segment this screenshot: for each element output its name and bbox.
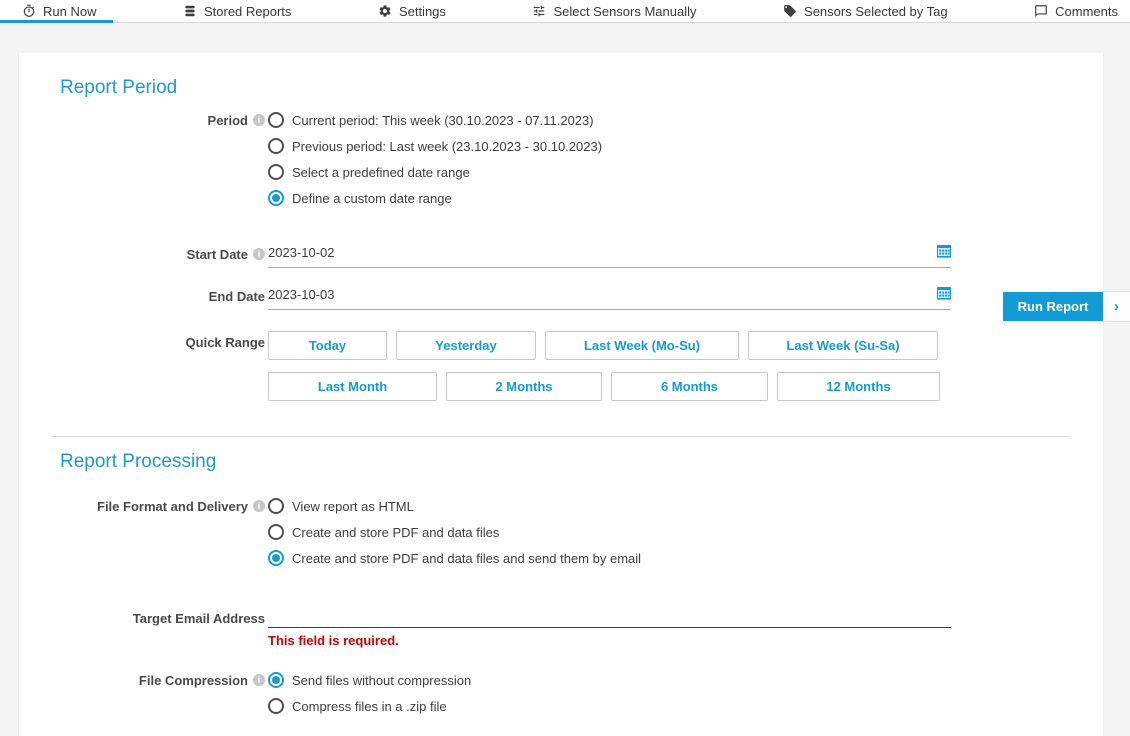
radio-unchecked-icon[interactable] <box>268 524 284 540</box>
end-date-input[interactable] <box>268 285 937 303</box>
tag-icon <box>783 4 797 18</box>
period-label-cell: Period i <box>35 107 265 133</box>
tab-run-now[interactable]: Run Now <box>22 4 96 19</box>
quick-range-6-months-button[interactable]: 6 Months <box>611 372 768 401</box>
radio-unchecked-icon[interactable] <box>268 112 284 128</box>
quick-range-label-cell: Quick Range <box>35 331 265 353</box>
start-date-row: Start Date i <box>35 243 1103 268</box>
compression-option-none[interactable]: Send files without compression <box>268 667 471 693</box>
gear-icon <box>378 4 392 18</box>
tab-label: Stored Reports <box>204 4 291 19</box>
section-divider <box>51 436 1071 437</box>
quick-range-last-month-button[interactable]: Last Month <box>268 372 437 401</box>
radio-unchecked-icon[interactable] <box>268 498 284 514</box>
file-compression-options: Send files without compression Compress … <box>265 667 471 719</box>
period-options: Current period: This week (30.10.2023 - … <box>265 107 602 211</box>
tab-label: Comments <box>1055 4 1118 19</box>
active-tab-underline <box>0 20 113 23</box>
file-format-options: View report as HTML Create and store PDF… <box>265 493 641 571</box>
quick-range-label: Quick Range <box>186 335 265 350</box>
target-email-field <box>268 607 951 628</box>
tab-label: Select Sensors Manually <box>553 4 696 19</box>
target-email-input[interactable] <box>268 607 951 625</box>
period-option-current[interactable]: Current period: This week (30.10.2023 - … <box>268 107 602 133</box>
quick-range-2-months-button[interactable]: 2 Months <box>446 372 602 401</box>
tab-bar: Run Now Stored Reports Settings Select S… <box>0 0 1130 23</box>
compression-option-zip[interactable]: Compress files in a .zip file <box>268 693 471 719</box>
period-option-previous[interactable]: Previous period: Last week (23.10.2023 -… <box>268 133 602 159</box>
radio-checked-icon[interactable] <box>268 190 284 206</box>
info-icon[interactable]: i <box>253 248 265 260</box>
comment-icon <box>1034 4 1048 18</box>
validation-error-message: This field is required. <box>268 633 951 649</box>
quick-range-last-week-mo-su-button[interactable]: Last Week (Mo-Su) <box>545 331 739 360</box>
end-date-label: End Date <box>209 289 265 304</box>
quick-range-row-2: Last Month 2 Months 6 Months 12 Months <box>268 372 940 401</box>
tab-label: Run Now <box>43 4 96 19</box>
file-compression-label-cell: File Compression i <box>35 667 265 693</box>
tab-comments[interactable]: Comments <box>1034 4 1118 19</box>
file-format-option-html[interactable]: View report as HTML <box>268 493 641 519</box>
quick-range-row-1: Today Yesterday Last Week (Mo-Su) Last W… <box>268 331 940 360</box>
radio-checked-icon[interactable] <box>268 672 284 688</box>
period-option-predefined[interactable]: Select a predefined date range <box>268 159 602 185</box>
quick-range-row: Quick Range Today Yesterday Last Week (M… <box>35 331 1103 401</box>
panel-expand-flap[interactable]: › <box>1103 291 1130 322</box>
file-format-label: File Format and Delivery <box>97 499 248 514</box>
period-row: Period i Current period: This week (30.1… <box>35 107 1103 211</box>
database-icon <box>183 4 197 18</box>
start-date-input[interactable] <box>268 243 937 261</box>
target-email-label-cell: Target Email Address <box>35 607 265 629</box>
quick-range-last-week-su-sa-button[interactable]: Last Week (Su-Sa) <box>748 331 938 360</box>
period-label: Period <box>208 113 248 128</box>
run-report-button[interactable]: Run Report <box>1003 292 1103 321</box>
file-format-label-cell: File Format and Delivery i <box>35 493 265 519</box>
radio-unchecked-icon[interactable] <box>268 164 284 180</box>
tab-select-sensors-manually[interactable]: Select Sensors Manually <box>532 4 696 19</box>
end-date-row: End Date <box>35 285 1103 310</box>
file-format-option-pdf-email[interactable]: Create and store PDF and data files and … <box>268 545 641 571</box>
file-compression-row: File Compression i Send files without co… <box>35 667 1103 719</box>
calendar-icon[interactable] <box>937 286 951 300</box>
sliders-icon <box>532 4 546 18</box>
file-format-option-pdf-store[interactable]: Create and store PDF and data files <box>268 519 641 545</box>
info-icon[interactable]: i <box>253 114 265 126</box>
tab-stored-reports[interactable]: Stored Reports <box>183 4 291 19</box>
tab-settings[interactable]: Settings <box>378 4 446 19</box>
info-icon[interactable]: i <box>253 674 265 686</box>
start-date-label: Start Date <box>187 247 248 262</box>
target-email-label: Target Email Address <box>133 611 265 626</box>
quick-range-12-months-button[interactable]: 12 Months <box>777 372 940 401</box>
end-date-label-cell: End Date <box>35 285 265 307</box>
tab-sensors-selected-by-tag[interactable]: Sensors Selected by Tag <box>783 4 948 19</box>
report-processing-title: Report Processing <box>60 451 1103 473</box>
radio-checked-icon[interactable] <box>268 550 284 566</box>
period-option-custom[interactable]: Define a custom date range <box>268 185 602 211</box>
target-email-row: Target Email Address This field is requi… <box>35 607 1103 649</box>
quick-range-today-button[interactable]: Today <box>268 331 387 360</box>
file-compression-label: File Compression <box>139 673 248 688</box>
report-period-title: Report Period <box>60 77 1103 99</box>
radio-unchecked-icon[interactable] <box>268 698 284 714</box>
quick-range-yesterday-button[interactable]: Yesterday <box>396 331 536 360</box>
radio-unchecked-icon[interactable] <box>268 138 284 154</box>
end-date-field <box>268 285 951 310</box>
tab-label: Sensors Selected by Tag <box>804 4 948 19</box>
report-settings-card: Report Period Period i Current period: T… <box>19 53 1103 736</box>
start-date-field <box>268 243 951 268</box>
info-icon[interactable]: i <box>253 500 265 512</box>
file-format-row: File Format and Delivery i View report a… <box>35 493 1103 571</box>
chevron-right-icon: › <box>1114 299 1119 314</box>
calendar-icon[interactable] <box>937 244 951 258</box>
tab-label: Settings <box>399 4 446 19</box>
stopwatch-icon <box>22 4 36 18</box>
start-date-label-cell: Start Date i <box>35 243 265 265</box>
